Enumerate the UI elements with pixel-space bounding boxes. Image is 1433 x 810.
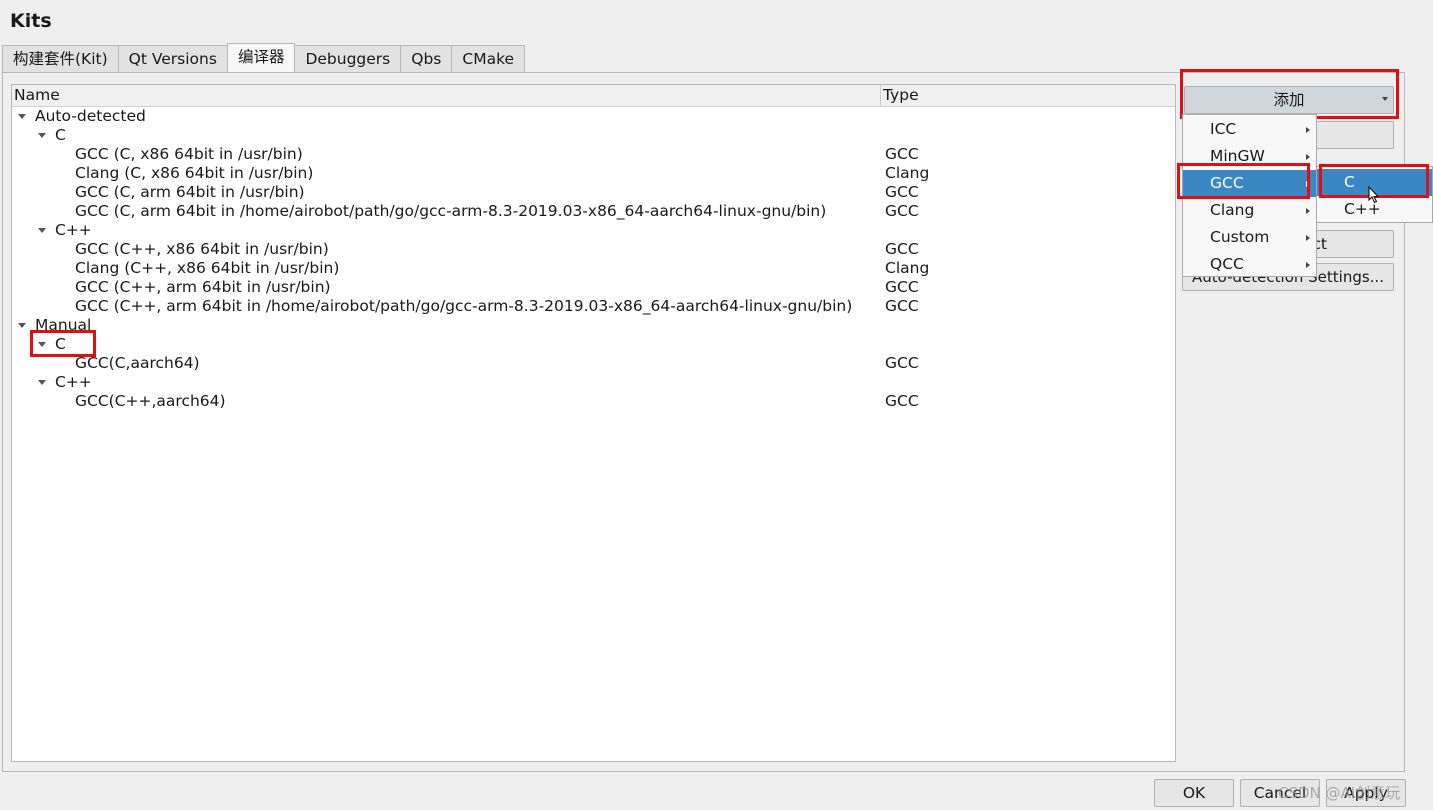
column-header-name[interactable]: Name xyxy=(14,86,60,104)
tree-row[interactable]: GCC (C++, arm 64bit in /home/airobot/pat… xyxy=(12,297,1175,316)
submenu-arrow-icon xyxy=(1306,262,1310,268)
compiler-tree[interactable]: Name Type Auto-detected C GCC (C, x86 64… xyxy=(11,84,1176,762)
column-header-type[interactable]: Type xyxy=(883,86,919,104)
tab-qt-versions[interactable]: Qt Versions xyxy=(117,45,228,72)
menu-item-qcc[interactable]: QCC xyxy=(1183,251,1316,278)
tree-row[interactable]: GCC (C, arm 64bit in /home/airobot/path/… xyxy=(12,202,1175,221)
menu-item-custom[interactable]: Custom xyxy=(1183,224,1316,251)
highlight-box xyxy=(30,330,96,357)
menu-item-clang[interactable]: Clang xyxy=(1183,197,1316,224)
tree-group-auto-cpp[interactable]: C++ xyxy=(12,221,1175,240)
tab-compilers[interactable]: 编译器 xyxy=(226,43,296,72)
tree-group-auto-detected[interactable]: Auto-detected xyxy=(12,107,1175,126)
tree-row[interactable]: Clang (C, x86 64bit in /usr/bin) Clang xyxy=(12,164,1175,183)
expand-arrow-icon[interactable] xyxy=(18,114,26,119)
tree-header: Name Type xyxy=(12,85,1175,107)
tab-cmake[interactable]: CMake xyxy=(451,45,526,72)
expand-arrow-icon[interactable] xyxy=(38,228,46,233)
submenu-arrow-icon xyxy=(1306,127,1310,133)
expand-arrow-icon[interactable] xyxy=(18,323,26,328)
tree-group-manual-c[interactable]: C xyxy=(12,335,1175,354)
ok-button[interactable]: OK xyxy=(1154,779,1234,807)
tab-debuggers[interactable]: Debuggers xyxy=(294,45,402,72)
highlight-box xyxy=(1180,69,1399,119)
tab-kits[interactable]: 构建套件(Kit) xyxy=(2,45,119,72)
tab-bar: 构建套件(Kit) Qt Versions 编译器 Debuggers Qbs … xyxy=(2,43,526,73)
submenu-arrow-icon xyxy=(1306,235,1310,241)
submenu-arrow-icon xyxy=(1306,208,1310,214)
tab-qbs[interactable]: Qbs xyxy=(400,45,453,72)
highlight-box xyxy=(1177,163,1310,199)
menu-item-icc[interactable]: ICC xyxy=(1183,116,1316,143)
tree-row[interactable]: GCC(C++,aarch64) GCC xyxy=(12,392,1175,411)
watermark: CSDN @AI创意玩 xyxy=(1278,784,1401,802)
submenu-arrow-icon xyxy=(1306,154,1310,160)
tree-row[interactable]: GCC (C++, arm 64bit in /usr/bin) GCC xyxy=(12,278,1175,297)
expand-arrow-icon[interactable] xyxy=(38,380,46,385)
mouse-cursor-icon xyxy=(1368,186,1380,204)
tree-row[interactable]: GCC(C,aarch64) GCC xyxy=(12,354,1175,373)
tree-group-manual-cpp[interactable]: C++ xyxy=(12,373,1175,392)
tree-row[interactable]: Clang (C++, x86 64bit in /usr/bin) Clang xyxy=(12,259,1175,278)
tree-group-auto-c[interactable]: C xyxy=(12,126,1175,145)
expand-arrow-icon[interactable] xyxy=(38,133,46,138)
column-separator[interactable] xyxy=(880,85,881,106)
tree-row[interactable]: GCC (C, arm 64bit in /usr/bin) GCC xyxy=(12,183,1175,202)
tree-group-manual[interactable]: Manual xyxy=(12,316,1175,335)
window-title: Kits xyxy=(10,10,52,32)
tree-row[interactable]: GCC (C++, x86 64bit in /usr/bin) GCC xyxy=(12,240,1175,259)
tree-row[interactable]: GCC (C, x86 64bit in /usr/bin) GCC xyxy=(12,145,1175,164)
